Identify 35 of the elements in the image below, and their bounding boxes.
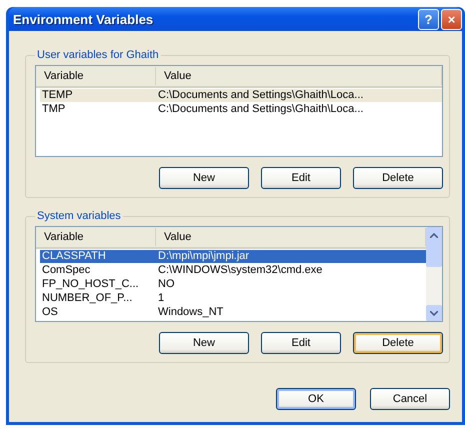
- column-header[interactable]: Value: [156, 67, 442, 85]
- delete-button[interactable]: Delete: [353, 167, 443, 189]
- scroll-bar[interactable]: [426, 227, 442, 321]
- variable-value[interactable]: C:\WINDOWS\system32\cmd.exe: [156, 264, 426, 277]
- close-button[interactable]: ×: [441, 8, 462, 30]
- variable-name[interactable]: NUMBER_OF_P...: [40, 292, 156, 305]
- variable-name[interactable]: OS: [40, 306, 156, 319]
- variable-list[interactable]: Variable Value TEMP C:\Documents and Settings\Ghaith\Loca... TMP C:\Documents and Settings\Ghaith\Loca...: [35, 65, 443, 157]
- delete-button[interactable]: Delete: [353, 332, 443, 354]
- variable-name[interactable]: TEMP: [40, 89, 156, 102]
- new-button[interactable]: New: [159, 332, 249, 354]
- variable-value[interactable]: NO: [156, 278, 426, 291]
- variable-name[interactable]: TMP: [40, 103, 156, 116]
- edit-button[interactable]: Edit: [261, 167, 341, 189]
- cancel-button[interactable]: Cancel: [370, 388, 450, 410]
- window-title: Environment Variables: [13, 12, 154, 26]
- help-button[interactable]: ?: [418, 8, 439, 30]
- new-button[interactable]: New: [159, 167, 249, 189]
- column-header[interactable]: Variable: [36, 67, 156, 85]
- variable-value[interactable]: C:\Documents and Settings\Ghaith\Loca...: [156, 103, 442, 116]
- variable-value[interactable]: C:\Documents and Settings\Ghaith\Loca...: [156, 89, 442, 102]
- variable-value[interactable]: Windows_NT: [156, 306, 426, 319]
- scroll-up-icon[interactable]: [430, 232, 438, 238]
- variable-list[interactable]: Variable Value CLASSPATH D:\mpi\mpi\jmpi.jar ComSpec C:\WINDOWS\system32\cmd.exe FP_NO_HOST_C... NO NUMBER_OF_P... 1 OS Windows_NT: [35, 226, 443, 322]
- ok-button[interactable]: OK: [276, 388, 356, 410]
- variable-value[interactable]: 1: [156, 292, 426, 305]
- group-label: System variables: [36, 210, 122, 222]
- variable-value[interactable]: D:\mpi\mpi\jmpi.jar: [156, 250, 426, 263]
- scroll-down-icon[interactable]: [430, 310, 438, 316]
- column-header[interactable]: Variable: [36, 228, 156, 246]
- variable-name[interactable]: CLASSPATH: [40, 250, 156, 263]
- variable-name[interactable]: ComSpec: [40, 264, 156, 277]
- variable-name[interactable]: FP_NO_HOST_C...: [40, 278, 156, 291]
- edit-button[interactable]: Edit: [261, 332, 341, 354]
- group-label: User variables for Ghaith: [36, 49, 160, 61]
